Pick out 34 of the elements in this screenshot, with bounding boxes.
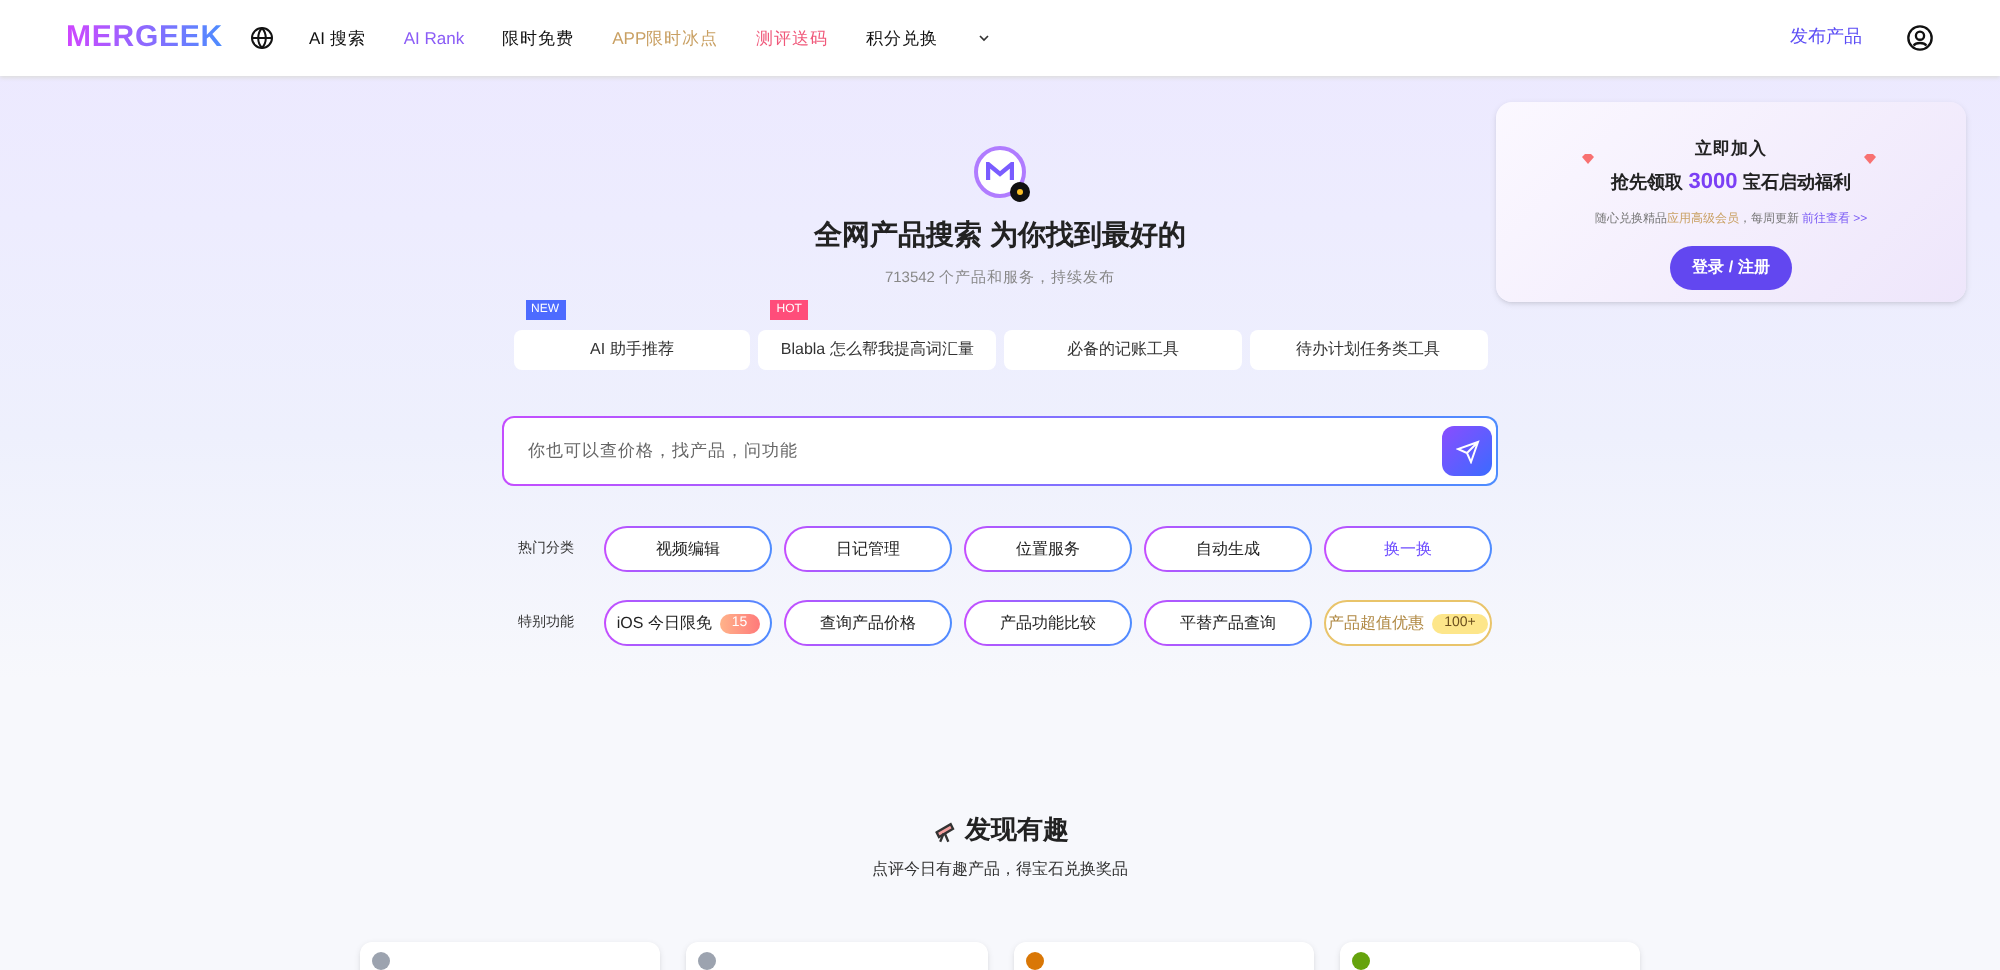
gem-icon [1582, 154, 1594, 164]
suggestion-card[interactable]: Blabla 怎么帮我提高词汇量 [758, 330, 996, 371]
m-letter-icon [986, 162, 1014, 182]
login-button[interactable]: 登录 / 注册 [1670, 246, 1792, 291]
nav-link[interactable]: 积分兑换 [866, 25, 939, 51]
nav-link[interactable]: 限时免费 [502, 25, 575, 51]
category-chip[interactable]: 平替产品查询 [1144, 600, 1312, 647]
user-icon[interactable] [1906, 24, 1934, 52]
category-chip[interactable]: 自动生成 [1144, 526, 1312, 573]
suggestion-card[interactable]: 待办计划任务类工具 [1249, 330, 1487, 371]
category-chip[interactable]: 视频编辑 [604, 526, 772, 573]
category-chip[interactable]: 产品功能比较 [964, 600, 1132, 647]
hero-title: 全网产品搜索 为你找到最好的 [814, 216, 1186, 254]
gem-icon [1864, 154, 1876, 164]
category-chip[interactable]: 日记管理 [784, 526, 952, 573]
section-title: 发现有趣 [965, 812, 1069, 849]
search-bar[interactable]: 你也可以查价格，找产品，问功能 [502, 416, 1498, 487]
promo-offer: 抢先领取 3000 宝石启动福利 [1611, 167, 1851, 198]
publish-link[interactable]: 发布产品 [1790, 24, 1862, 52]
promo-heading: 立即加入 [1695, 136, 1767, 162]
nav-link[interactable]: AI 搜索 [308, 25, 366, 51]
send-icon [1455, 439, 1479, 464]
category-chip[interactable]: 位置服务 [964, 526, 1132, 573]
refresh-button[interactable]: 换一换 [1324, 526, 1492, 573]
chevron-down-icon[interactable] [976, 30, 993, 46]
search-field[interactable]: 你也可以查价格，找产品，问功能 [528, 438, 1442, 465]
nav-link[interactable]: AI Rank [403, 25, 465, 51]
ai-badge-icon [1010, 182, 1030, 202]
section-subtitle: 点评今日有趣产品，得宝石兑换奖品 [872, 857, 1128, 882]
send-button[interactable] [1442, 426, 1492, 477]
suggestion-card[interactable]: AI 助手推荐 [513, 330, 751, 371]
globe-icon[interactable] [250, 26, 275, 50]
suggestion-card[interactable]: 必备的记账工具 [1004, 330, 1242, 371]
category-chip[interactable]: 查询产品价格 [784, 600, 952, 647]
